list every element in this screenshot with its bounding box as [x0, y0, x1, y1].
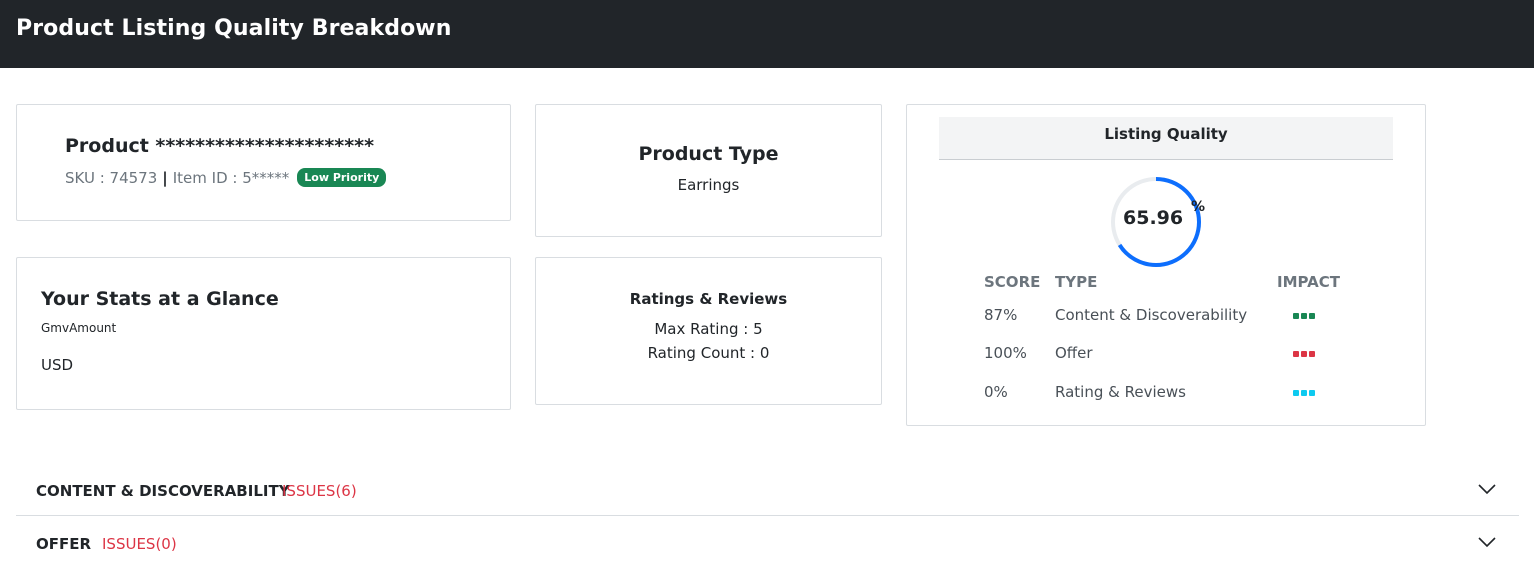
impact-dot — [1293, 390, 1299, 396]
quality-score-value: 65.96 — [1123, 207, 1184, 229]
product-type-heading: Product Type — [638, 143, 779, 165]
product-name: Product ********************** — [65, 135, 375, 157]
issues-count: ISSUES(6) — [282, 482, 357, 500]
ratings-card: Ratings & Reviews Max Rating : 5 Rating … — [535, 257, 882, 405]
accordion-offer[interactable]: OFFER ISSUES(0) — [16, 517, 1519, 569]
impact-dot — [1301, 390, 1307, 396]
impact-dot — [1301, 351, 1307, 357]
type-column-header: TYPE — [1055, 273, 1098, 291]
impact-indicator — [1293, 390, 1315, 396]
accordion-title: OFFER — [36, 535, 92, 553]
product-card: Product ********************** SKU : 745… — [16, 104, 511, 221]
impact-dot — [1309, 390, 1315, 396]
impact-column-header: IMPACT — [1277, 273, 1340, 291]
stats-heading: Your Stats at a Glance — [41, 288, 279, 310]
issues-count: ISSUES(0) — [102, 535, 177, 553]
priority-badge: Low Priority — [297, 168, 387, 187]
page-title: Product Listing Quality Breakdown — [16, 16, 452, 41]
accordion-title: CONTENT & DISCOVERABILITY — [36, 482, 290, 500]
score-column-header: SCORE — [984, 273, 1041, 291]
chevron-down-icon[interactable] — [1477, 482, 1497, 496]
row-type: Content & Discoverability — [1055, 306, 1248, 324]
accordion-content-discoverability[interactable]: CONTENT & DISCOVERABILITY ISSUES(6) — [16, 464, 1519, 516]
row-type: Offer — [1055, 344, 1093, 362]
quality-score-gauge: 65.96 % — [1109, 175, 1206, 269]
quality-score-unit: % — [1191, 199, 1206, 215]
product-meta: SKU : 74573 | Item ID : 5***** Low Prior… — [65, 168, 387, 187]
product-type-value: Earrings — [677, 176, 740, 194]
ratings-heading: Ratings & Reviews — [629, 290, 788, 308]
product-type-card: Product Type Earrings — [535, 104, 882, 237]
impact-indicator — [1293, 351, 1315, 357]
stats-card: Your Stats at a Glance GmvAmount USD — [16, 257, 511, 410]
impact-dot — [1301, 313, 1307, 319]
sku-text: SKU : 74573 — [65, 168, 158, 187]
listing-quality-heading: Listing Quality — [939, 117, 1393, 160]
row-score: 0% — [984, 383, 1008, 401]
item-id-text: Item ID : 5***** — [172, 168, 290, 187]
gmv-label: GmvAmount — [41, 321, 117, 335]
row-type: Rating & Reviews — [1055, 383, 1186, 401]
meta-separator: | — [162, 168, 168, 187]
chevron-down-icon[interactable] — [1477, 535, 1497, 549]
impact-dot — [1309, 351, 1315, 357]
impact-dot — [1293, 313, 1299, 319]
page-header: Product Listing Quality Breakdown — [0, 0, 1534, 68]
impact-dot — [1293, 351, 1299, 357]
impact-indicator — [1293, 313, 1315, 319]
gmv-currency: USD — [41, 356, 74, 374]
row-score: 100% — [984, 344, 1027, 362]
max-rating: Max Rating : 5 — [654, 320, 763, 338]
listing-quality-card: Listing Quality 65.96 % SCORE TYPE IMPAC… — [906, 104, 1426, 426]
impact-dot — [1309, 313, 1315, 319]
row-score: 87% — [984, 306, 1018, 324]
rating-count: Rating Count : 0 — [647, 344, 770, 362]
